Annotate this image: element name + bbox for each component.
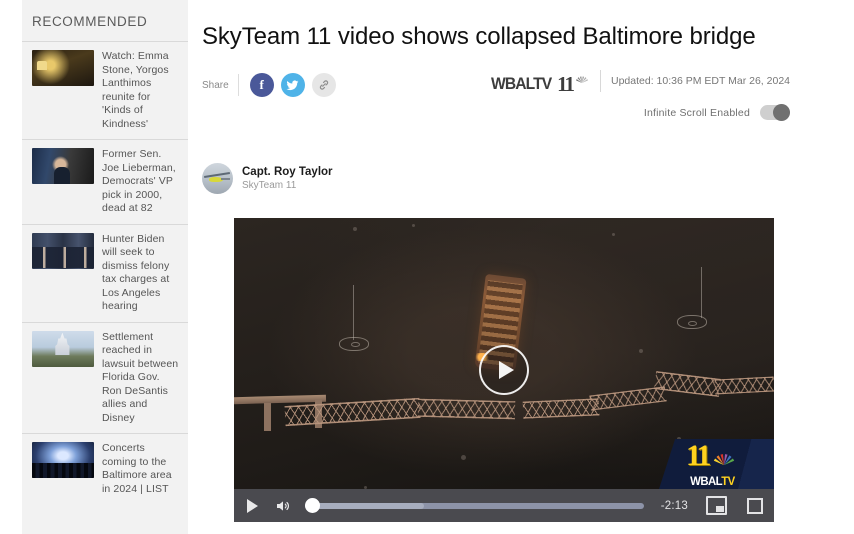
watermark-word: WBAL	[690, 474, 722, 488]
byline-affiliation: SkyTeam 11	[242, 180, 297, 191]
left-gutter	[0, 0, 22, 534]
play-triangle	[499, 361, 514, 379]
toggle-knob	[773, 104, 790, 121]
collapsed-truss	[589, 386, 667, 412]
list-item[interactable]: Former Sen. Joe Lieberman, Democrats' VP…	[22, 139, 188, 224]
avatar-tail	[220, 177, 230, 180]
progress-handle[interactable]	[305, 498, 320, 513]
list-item-label: Watch: Emma Stone, Yorgos Lanthimos reun…	[102, 50, 169, 130]
station-brand: WBALTV 11 Updated: 10:36 PM EDT Mar 26, …	[490, 68, 790, 96]
list-item-label: Concerts coming to the Baltimore area in…	[102, 442, 172, 495]
list-item[interactable]: Hunter Biden will seek to dismiss felony…	[22, 223, 188, 322]
wbaltv-wordmark: WBALTV	[490, 74, 552, 93]
station-watermark: 11 WBALTV	[659, 439, 774, 489]
water-debris	[352, 227, 357, 232]
list-item-label: Hunter Biden will seek to dismiss felony…	[102, 232, 170, 313]
article-page: RECOMMENDED Watch: Emma Stone, Yorgos La…	[0, 0, 854, 534]
list-item-label: Former Sen. Joe Lieberman, Democrats' VP…	[102, 148, 176, 214]
thumbnail-image	[32, 148, 94, 184]
updated-timestamp: Updated: 10:36 PM EDT Mar 26, 2024	[611, 75, 790, 87]
sidebar-title: RECOMMENDED	[32, 14, 148, 29]
nbc-peacock-icon	[575, 76, 589, 83]
collapsed-truss	[417, 399, 516, 420]
progress-buffer	[305, 502, 424, 509]
thumbnail-image	[32, 442, 94, 478]
facebook-share-button[interactable]: f	[249, 73, 274, 97]
list-item[interactable]: Settlement reached in lawsuit between Fl…	[22, 321, 188, 434]
volume-on-icon[interactable]	[274, 498, 292, 514]
divider	[237, 74, 239, 96]
list-item[interactable]: Concerts coming to the Baltimore area in…	[22, 433, 188, 504]
infinite-scroll-control: Infinite Scroll Enabled	[643, 104, 790, 121]
share-label: Share	[202, 79, 229, 91]
video-player[interactable]: 11 WBALTV -2:13	[234, 218, 774, 522]
thumbnail-image	[32, 232, 94, 269]
player-controls: -2:13	[234, 489, 774, 522]
water-debris	[460, 455, 466, 461]
nbc-peacock-icon	[713, 454, 735, 466]
recommended-list: Watch: Emma Stone, Yorgos Lanthimos reun…	[22, 41, 188, 504]
meta-row: Share f WBALTV 11 Updated: 10:36 PM EDT …	[202, 70, 854, 100]
helicopter-avatar	[202, 163, 233, 194]
mooring-mast	[701, 266, 703, 319]
thumbnail-image	[32, 50, 94, 86]
link-icon	[319, 80, 328, 90]
mooring-ring	[339, 336, 370, 351]
twitter-share-button[interactable]	[280, 73, 305, 97]
copy-link-button[interactable]	[311, 73, 336, 97]
byline-text: Capt. Roy Taylor SkyTeam 11	[242, 165, 333, 192]
article-main: SkyTeam 11 video shows collapsed Baltimo…	[188, 0, 854, 534]
progress-bar[interactable]	[305, 498, 644, 514]
list-item-label: Settlement reached in lawsuit between Fl…	[102, 330, 179, 424]
water-debris	[639, 348, 643, 353]
mooring-ring	[676, 315, 707, 330]
wbaltv-logo: WBALTV 11	[490, 68, 590, 96]
collapsed-truss	[714, 376, 774, 395]
thumbnail-image	[32, 330, 94, 367]
mooring-mast	[352, 284, 354, 340]
fs-corner	[754, 504, 763, 514]
divider	[600, 70, 601, 92]
fullscreen-icon[interactable]	[747, 497, 763, 514]
recommended-sidebar: RECOMMENDED Watch: Emma Stone, Yorgos La…	[22, 0, 188, 534]
time-remaining: -2:13	[660, 499, 688, 512]
watermark-channel-number: 11	[686, 439, 711, 472]
bridge-approach-road	[234, 394, 326, 404]
byline-name: Capt. Roy Taylor	[242, 166, 333, 178]
facebook-icon: f	[259, 77, 264, 92]
water-debris	[612, 233, 615, 237]
bridge-pier	[263, 403, 271, 431]
list-item[interactable]: Watch: Emma Stone, Yorgos Lanthimos reun…	[22, 41, 188, 139]
play-circle-icon[interactable]	[479, 345, 529, 395]
watermark-word-accent: TV	[721, 474, 735, 488]
page-title: SkyTeam 11 video shows collapsed Baltimo…	[202, 23, 756, 50]
collapsed-truss	[522, 398, 599, 419]
infinite-scroll-toggle[interactable]	[760, 104, 790, 121]
play-icon[interactable]	[247, 498, 258, 513]
byline: Capt. Roy Taylor SkyTeam 11	[202, 163, 333, 194]
picture-in-picture-icon[interactable]	[706, 496, 727, 515]
infinite-scroll-label: Infinite Scroll Enabled	[643, 106, 750, 119]
channel-number: 11	[557, 72, 575, 96]
watermark-wordmark: WBALTV	[690, 474, 735, 488]
water-debris	[412, 224, 416, 228]
twitter-icon	[286, 79, 299, 90]
